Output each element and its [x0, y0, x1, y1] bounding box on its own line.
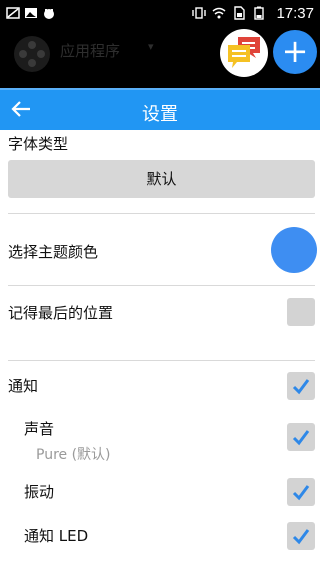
- check-icon: [292, 379, 310, 395]
- font-type-select[interactable]: 默认: [8, 160, 315, 198]
- app-title[interactable]: 应用程序: [60, 40, 120, 61]
- vibrate-icon: [192, 7, 207, 19]
- check-icon: [292, 485, 310, 501]
- sim-icon: [234, 6, 246, 20]
- chat-bubbles-icon: [228, 37, 260, 68]
- sound-subtitle: Pure (默认): [36, 447, 111, 463]
- theme-color-swatch[interactable]: [271, 227, 317, 273]
- check-icon: [292, 430, 310, 446]
- divider: [8, 360, 315, 361]
- status-bar: 17:37: [0, 0, 320, 26]
- sound-label: 声音: [24, 420, 55, 438]
- remember-position-label: 记得最后的位置: [8, 304, 114, 322]
- android-icon: [44, 9, 54, 19]
- chevron-down-icon[interactable]: ▾: [148, 40, 154, 53]
- notification-icon: [6, 7, 20, 19]
- screen: 17:37 应用程序 ▾ + 设置 字体类型 默认 选择主题颜色 记得最后的位置…: [0, 0, 320, 568]
- battery-icon: [254, 6, 265, 20]
- add-button[interactable]: +: [273, 30, 317, 74]
- theme-color-label: 选择主题颜色: [8, 243, 99, 261]
- status-time: 17:37: [276, 4, 314, 22]
- sound-checkbox[interactable]: [287, 423, 315, 451]
- wifi-icon: [212, 7, 226, 19]
- remember-position-checkbox[interactable]: [287, 298, 315, 326]
- status-right-icons: 17:37: [192, 5, 314, 22]
- app-bar: 应用程序 ▾: [0, 26, 320, 88]
- status-left-icons: [6, 6, 56, 20]
- divider: [8, 285, 315, 286]
- vibration-checkbox[interactable]: [287, 478, 315, 506]
- font-type-label: 字体类型: [8, 135, 69, 153]
- image-icon: [25, 8, 37, 18]
- vibration-label: 振动: [24, 483, 55, 501]
- divider: [8, 213, 315, 214]
- app-logo-icon[interactable]: [14, 36, 50, 72]
- notify-led-checkbox[interactable]: [287, 522, 315, 550]
- notification-label: 通知: [8, 377, 39, 395]
- check-icon: [292, 529, 310, 545]
- chat-button[interactable]: [220, 29, 268, 77]
- notify-led-label: 通知 LED: [24, 527, 89, 545]
- page-title: 设置: [142, 104, 178, 125]
- settings-header: 设置: [0, 88, 320, 130]
- notification-checkbox[interactable]: [287, 372, 315, 400]
